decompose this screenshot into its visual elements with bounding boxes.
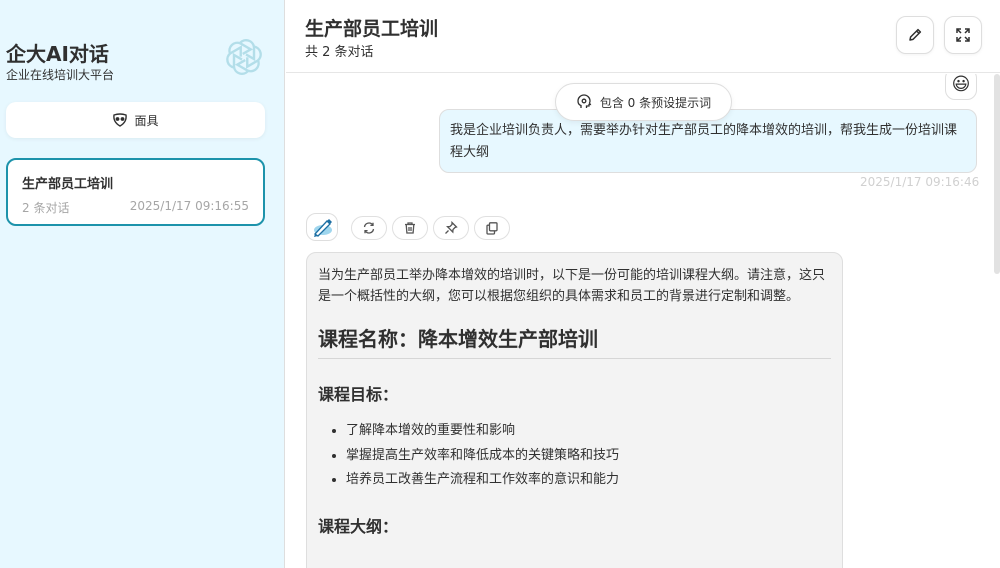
copy-icon <box>486 222 498 235</box>
fullscreen-icon <box>956 28 970 42</box>
chat-item-count: 2 条对话 <box>22 201 70 215</box>
list-item: 掌握提高生产效率和降低成本的关键策略和技巧 <box>346 444 831 469</box>
prompt-hint-badge[interactable]: 包含 0 条预设提示词 <box>555 83 732 121</box>
scrollbar[interactable] <box>994 74 1000 274</box>
retry-button[interactable] <box>351 216 387 240</box>
list-item: 培养员工改善生产流程和工作效率的意识和能力 <box>346 468 831 493</box>
user-message-time: 2025/1/17 09:16:46 <box>860 175 980 189</box>
retry-icon <box>363 222 375 234</box>
prompt-hint-label: 包含 0 条预设提示词 <box>599 95 712 110</box>
course-name-heading: 课程名称：降本增效生产部培训 <box>318 323 831 359</box>
bot-avatar <box>306 213 338 241</box>
chat-item-title: 生产部员工培训 <box>22 177 114 192</box>
openai-logo-icon <box>226 39 262 75</box>
mask-icon <box>113 113 128 127</box>
course-goals-list: 了解降本增效的重要性和影响 掌握提高生产效率和降低成本的关键策略和技巧 培养员工… <box>318 419 831 493</box>
mask-button-label: 面具 <box>134 113 159 128</box>
edit-button[interactable] <box>896 16 934 54</box>
copy-button[interactable] <box>474 216 510 240</box>
bot-message: 当为生产部员工举办降本增效的培训时，以下是一份可能的培训课程大纲。请注意，这只是… <box>306 252 843 568</box>
bot-intro-text: 当为生产部员工举办降本增效的培训时，以下是一份可能的培训课程大纲。请注意，这只是… <box>318 268 826 304</box>
mask-button[interactable]: 面具 <box>6 102 265 138</box>
list-item: 了解降本增效的重要性和影响 <box>346 419 831 444</box>
page-title: 生产部员工培训 <box>305 18 439 40</box>
delete-icon <box>405 222 415 234</box>
course-outline-heading: 课程大纲： <box>318 516 399 536</box>
chat-header: 生产部员工培训 共 2 条对话 <box>286 0 1000 73</box>
brain-icon <box>577 94 592 108</box>
chat-body[interactable]: 😃 我是企业培训负责人，需要举办针对生产部员工的降本增效的培训，帮我生成一份培训… <box>286 74 1000 568</box>
delete-button[interactable] <box>392 216 428 240</box>
pin-icon <box>445 221 458 234</box>
fullscreen-button[interactable] <box>944 16 982 54</box>
edit-icon <box>909 28 922 41</box>
message-count: 共 2 条对话 <box>305 45 374 60</box>
brand-subtitle: 企业在线培训大平台 <box>6 68 115 82</box>
brand-title: 企大AI对话 <box>6 42 109 66</box>
user-avatar: 😃 <box>945 74 977 100</box>
pin-button[interactable] <box>433 216 469 240</box>
chat-item-time: 2025/1/17 09:16:55 <box>129 199 249 213</box>
course-goals-heading: 课程目标： <box>318 385 399 404</box>
bot-avatar-icon <box>314 219 332 237</box>
chat-list-item[interactable]: 生产部员工培训 2 条对话 2025/1/17 09:16:55 <box>6 158 265 226</box>
sidebar: 企大AI对话 企业在线培训大平台 面具 生产部员工培训 2 条对话 2025/1… <box>0 0 285 568</box>
